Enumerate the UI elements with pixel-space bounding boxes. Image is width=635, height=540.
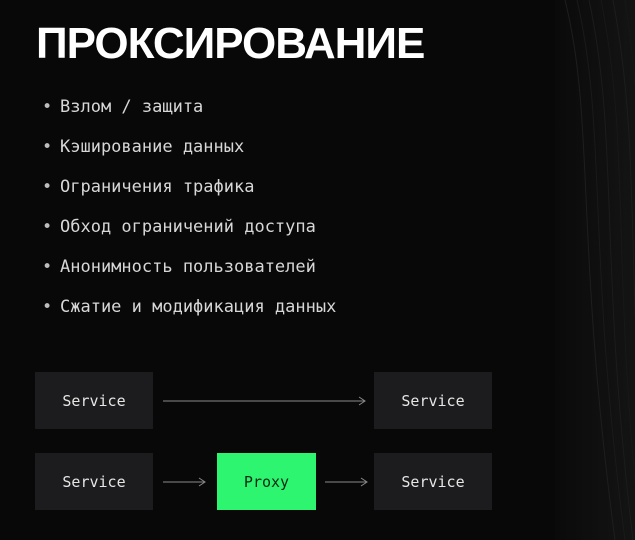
arrow-right-icon [325, 477, 368, 487]
service-box-direct-right: Service [374, 372, 492, 429]
service-box-proxy-right: Service [374, 453, 492, 510]
list-item-label: Ограничения трафика [60, 177, 255, 197]
bullet-dot: • [42, 177, 53, 197]
feature-list: • Взлом / защита • Кэширование данных • Огр… [42, 93, 336, 333]
slide-title: ПРОКСИРОВАНИЕ [36, 19, 425, 68]
list-item-label: Кэширование данных [60, 137, 245, 157]
arrow-right-icon [163, 396, 366, 406]
list-item: • Сжатие и модификация данных [42, 293, 336, 333]
bullet-dot: • [42, 97, 53, 117]
list-item: • Взлом / защита [42, 93, 336, 133]
decorative-curves [555, 0, 635, 540]
list-item: • Ограничения трафика [42, 173, 336, 213]
proxy-box: Proxy [217, 453, 316, 510]
list-item: • Анонимность пользователей [42, 253, 336, 293]
list-item-label: Взлом / защита [60, 97, 204, 117]
bullet-dot: • [42, 217, 53, 237]
arrow-right-icon [163, 477, 206, 487]
presentation-slide: ПРОКСИРОВАНИЕ • Взлом / защита • Кэширован… [0, 0, 635, 540]
list-item-label: Анонимность пользователей [60, 257, 316, 277]
list-item-label: Обход ограничений доступа [60, 217, 316, 237]
bullet-dot: • [42, 257, 53, 277]
list-item: • Кэширование данных [42, 133, 336, 173]
bullet-dot: • [42, 297, 53, 317]
list-item-label: Сжатие и модификация данных [60, 297, 337, 317]
bullet-dot: • [42, 137, 53, 157]
service-box-direct-left: Service [35, 372, 153, 429]
service-box-proxy-left: Service [35, 453, 153, 510]
list-item: • Обход ограничений доступа [42, 213, 336, 253]
